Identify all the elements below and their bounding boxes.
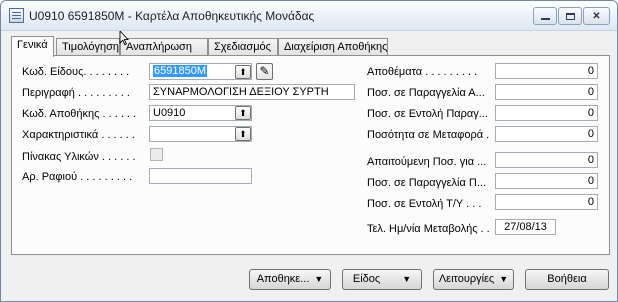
item-code-lookup-button[interactable]: ⬆ [235, 65, 251, 79]
help-button[interactable]: Βοήθεια [525, 269, 609, 290]
characteristics-label: Χαρακτηριστικά . . . . . . [22, 129, 135, 141]
shelf-no-field[interactable] [149, 168, 252, 184]
chevron-down-icon: ▼ [402, 274, 412, 284]
close-button[interactable]: ✕ [583, 7, 610, 25]
inventory-label: Αποθέματα . . . . . . . . . [367, 66, 478, 78]
app-window-icon [9, 8, 24, 23]
description-label: Περιγραφή . . . . . . . . . [22, 87, 130, 99]
lookup-arrow-icon: ⬆ [239, 67, 247, 77]
maximize-icon [565, 12, 575, 20]
qty-on-sales-order-label: Ποσ. σε Παραγγελία Π... [367, 177, 487, 189]
mouse-cursor-icon [119, 31, 129, 46]
edit-button[interactable]: ✎ [256, 63, 273, 80]
item-card-window: U0910 6591850M - Καρτέλα Αποθηκευτικής Μ… [0, 0, 618, 302]
chevron-down-icon: ▼ [314, 274, 324, 284]
pencil-icon: ✎ [259, 64, 270, 78]
maximize-button[interactable] [558, 7, 582, 25]
required-qty-label: Απαιτούμενη Ποσ. για ... [367, 156, 487, 168]
inventory-field[interactable]: 0 [495, 63, 598, 79]
lookup-arrow-icon: ⬆ [239, 129, 247, 139]
characteristics-lookup-button[interactable]: ⬆ [235, 127, 251, 141]
qty-on-transfer-order-label: Ποσ. σε Εντολή Τ/Υ . . . [367, 198, 482, 210]
lookup-arrow-icon: ⬆ [239, 108, 247, 118]
chevron-down-icon: ▼ [499, 274, 509, 284]
qty-on-purchase-order-field[interactable]: 0 [495, 84, 598, 100]
tab-invoicing[interactable]: Τιμολόγηση [56, 38, 120, 56]
tab-planning[interactable]: Σχεδιασμός [208, 38, 278, 56]
window-title: U0910 6591850M - Καρτέλα Αποθηκευτικής Μ… [29, 9, 315, 23]
close-icon: ✕ [592, 10, 601, 22]
qty-on-prod-order-field[interactable]: 0 [495, 105, 598, 121]
functions-menu-button[interactable]: Λειτουργίες ▼ [433, 269, 514, 290]
item-code-value: 6591850M [153, 65, 207, 77]
qty-on-purchase-order-label: Ποσ. σε Παραγγελία Α... [367, 87, 485, 99]
tab-warehouse-management[interactable]: Διαχείριση Αποθήκης [278, 38, 388, 56]
qty-on-transfer-order-field[interactable]: 0 [495, 194, 598, 210]
qty-in-transit-label: Ποσότητα σε Μεταφορά . [367, 129, 490, 141]
tab-replenishment[interactable]: Αναπλήρωση [120, 38, 208, 56]
qty-in-transit-field[interactable]: 0 [495, 126, 598, 142]
item-code-label: Κωδ. Είδους. . . . . . . . [22, 66, 130, 78]
description-field[interactable]: ΣΥΝΑΡΜΟΛΟΓΙΣΗ ΔΕΞΙΟΥ ΣΥΡΤΗ [149, 84, 355, 100]
bom-checkbox[interactable] [150, 148, 163, 161]
qty-on-prod-order-label: Ποσ. σε Εντολή Παραγ... [367, 108, 488, 120]
qty-on-sales-order-field[interactable]: 0 [495, 173, 598, 189]
item-menu-label: Είδος [352, 273, 381, 285]
warehouse-menu-label: Αποθηκε... [256, 273, 310, 285]
last-modified-field[interactable]: 27/08/13 [495, 219, 556, 235]
bom-label: Πίνακας Υλικών . . . . . . [22, 151, 136, 163]
minimize-button[interactable] [533, 7, 557, 25]
warehouse-code-lookup-button[interactable]: ⬆ [235, 106, 251, 120]
shelf-no-label: Αρ. Ραφιού . . . . . . . . . [22, 171, 133, 183]
last-modified-label: Τελ. Ημ/νία Μεταβολής . . [367, 223, 490, 235]
warehouse-menu-button[interactable]: Αποθηκε... ▼ [249, 269, 331, 290]
warehouse-code-label: Κωδ. Αποθήκης . . . . . . [22, 108, 137, 120]
help-button-label: Βοήθεια [547, 273, 587, 285]
item-menu-button[interactable]: Είδος ▼ [342, 269, 422, 290]
tab-general[interactable]: Γενικά [11, 36, 54, 57]
required-qty-field[interactable]: 0 [495, 152, 598, 168]
functions-menu-label: Λειτουργίες [438, 273, 495, 285]
minimize-icon [540, 18, 550, 20]
title-bar: U0910 6591850M - Καρτέλα Αποθηκευτικής Μ… [1, 1, 617, 31]
